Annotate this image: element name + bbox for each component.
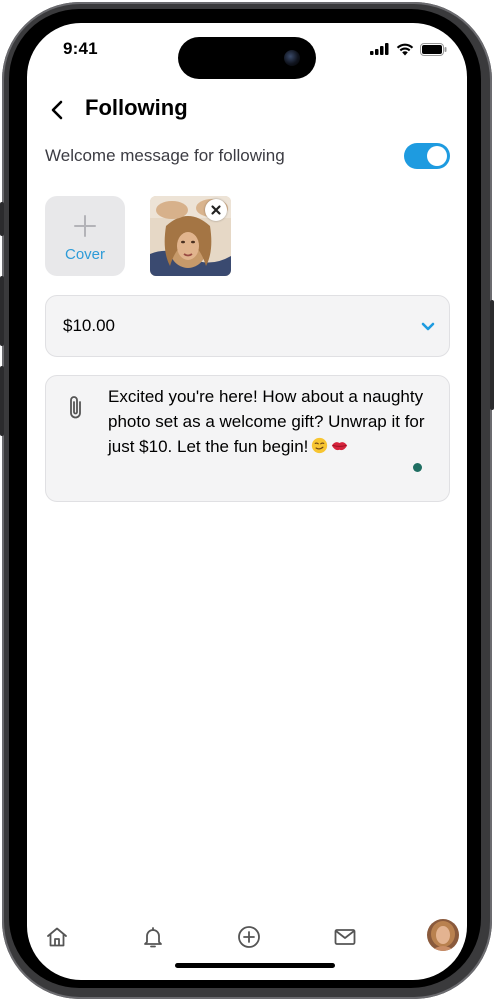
- camera-icon: [284, 50, 300, 66]
- plus-icon: [74, 215, 96, 237]
- mute-switch: [0, 202, 4, 236]
- status-time: 9:41: [63, 39, 98, 58]
- home-indicator: [175, 963, 335, 968]
- attach-button[interactable]: [66, 393, 86, 421]
- welcome-message-label: Welcome message for following: [45, 146, 285, 165]
- volume-down-button: [0, 366, 4, 436]
- toggle-knob: [427, 146, 447, 166]
- welcome-message-row: Welcome message for following: [45, 143, 450, 169]
- typing-indicator: [413, 463, 422, 472]
- welcome-message-toggle[interactable]: [404, 143, 450, 169]
- smirk-emoji-icon: [312, 437, 328, 454]
- tab-profile-avatar[interactable]: [427, 919, 459, 951]
- page-title: Following: [85, 95, 188, 120]
- add-cover-button[interactable]: Cover: [45, 196, 125, 276]
- cover-label: Cover: [64, 246, 105, 263]
- tab-bar: [27, 919, 467, 955]
- paperclip-icon: [70, 396, 81, 419]
- price-value: $10.00: [63, 316, 115, 335]
- remove-photo-button[interactable]: [205, 199, 227, 221]
- back-button[interactable]: [45, 97, 71, 123]
- kiss-lips-icon: [332, 442, 348, 451]
- tab-messages[interactable]: [327, 919, 363, 955]
- close-icon: [211, 205, 221, 215]
- tab-notifications[interactable]: [135, 919, 171, 955]
- signal-icon: [370, 43, 389, 55]
- price-select[interactable]: $10.00: [45, 295, 450, 357]
- wifi-icon: [396, 43, 414, 55]
- dynamic-island: [178, 37, 316, 79]
- home-icon: [47, 927, 67, 947]
- screen: 9:41 Following Welcome message for follo…: [27, 23, 467, 980]
- plus-circle-icon: [238, 926, 260, 948]
- status-icons: [370, 41, 447, 57]
- message-text: Excited you're here! How about a naughty…: [108, 384, 438, 459]
- battery-icon: [420, 42, 447, 56]
- avatar: [427, 919, 459, 951]
- power-button: [490, 300, 494, 410]
- tab-home[interactable]: [39, 919, 75, 955]
- mail-icon: [334, 929, 356, 945]
- bell-icon: [144, 927, 162, 948]
- tab-create[interactable]: [231, 919, 267, 955]
- message-input[interactable]: Excited you're here! How about a naughty…: [45, 375, 450, 502]
- message-body: Excited you're here! How about a naughty…: [108, 387, 425, 456]
- chevron-left-icon: [51, 100, 63, 120]
- nav-header: Following: [27, 89, 467, 131]
- volume-up-button: [0, 276, 4, 346]
- chevron-down-icon: [421, 322, 435, 331]
